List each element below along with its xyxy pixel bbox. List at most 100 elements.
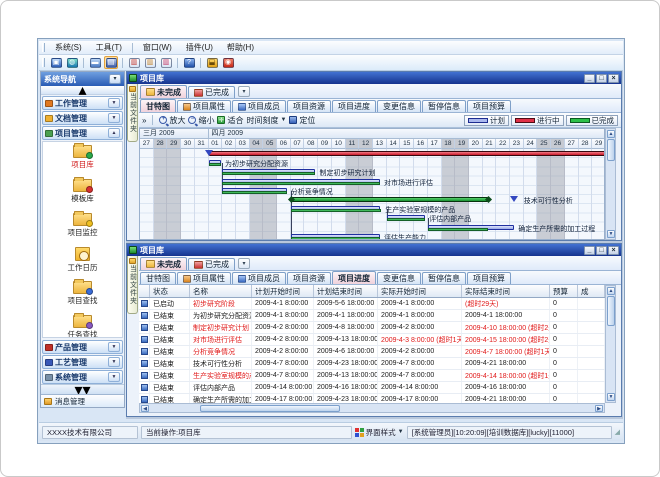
tab-未完成[interactable]: 未完成 bbox=[140, 257, 187, 270]
report-add-icon-button[interactable]: ▥ bbox=[127, 56, 141, 69]
help-icon-button[interactable]: ? bbox=[182, 56, 196, 69]
maximize-button[interactable]: □ bbox=[596, 74, 607, 83]
expand-group-button[interactable]: ▼ bbox=[108, 372, 120, 382]
gantt-button-适合[interactable]: ✛适合 bbox=[217, 115, 243, 126]
gantt-button-缩小[interactable]: −缩小 bbox=[188, 115, 214, 126]
scroll-thumb[interactable] bbox=[200, 405, 340, 412]
sidebar-item-项目监控[interactable]: 项目监控 bbox=[68, 213, 98, 247]
menu-item-1[interactable]: 工具(T) bbox=[89, 42, 129, 54]
report-view-icon-button[interactable]: ▥ bbox=[143, 56, 157, 69]
collapse-group-button[interactable]: ▲ bbox=[108, 128, 120, 138]
subtab-项目成员[interactable]: 项目成员 bbox=[232, 100, 286, 112]
lock-icon-button[interactable]: ⬓ bbox=[205, 56, 219, 69]
sidebar-group-工艺管理[interactable]: 工艺管理▼ bbox=[42, 355, 123, 369]
workstation-icon-button[interactable]: ▣ bbox=[49, 56, 63, 69]
tab-overflow-button[interactable]: ▾ bbox=[238, 86, 250, 97]
window-title-bar[interactable]: 项目库_□× bbox=[127, 244, 621, 256]
subtab-项目属性[interactable]: 项目属性 bbox=[177, 100, 231, 112]
minimize-button[interactable]: _ bbox=[584, 246, 595, 255]
gantt-bar-actual-生产实验室规模的产品[interactable] bbox=[291, 209, 382, 212]
gantt-button-定位[interactable]: 定位 bbox=[289, 115, 315, 126]
gantt-bar-actual-制定初步研究计划[interactable] bbox=[222, 172, 315, 175]
column-header-实际开始时间[interactable]: 实际开始时间 bbox=[378, 285, 462, 297]
minimize-button[interactable]: _ bbox=[584, 74, 595, 83]
tab-未完成[interactable]: 未完成 bbox=[140, 85, 187, 98]
gantt-button-放大[interactable]: +放大 bbox=[159, 115, 185, 126]
subtab-项目资源[interactable]: 项目资源 bbox=[287, 100, 331, 112]
scroll-left-icon[interactable]: ◀ bbox=[141, 405, 149, 412]
tab-已完成[interactable]: 已完成 bbox=[188, 86, 235, 98]
tab-已完成[interactable]: 已完成 bbox=[188, 258, 235, 270]
save-icon-button[interactable]: ▤ bbox=[104, 56, 118, 69]
gantt-bar-actual-对市场进行评估[interactable] bbox=[222, 182, 380, 185]
table-hscrollbar[interactable]: ◀▶ bbox=[139, 403, 605, 413]
table-row[interactable]: 已结束为初步研究分配资源2009-4-1 8:00:002009-4-1 18:… bbox=[139, 310, 605, 322]
scroll-up-icon[interactable]: ▲ bbox=[607, 287, 615, 295]
scroll-down-icon[interactable]: ▼ bbox=[607, 393, 615, 401]
table-row[interactable]: 已结束分析竞争情况2009-4-2 8:00:002009-4-6 18:00:… bbox=[139, 346, 605, 358]
sidebar-header-button[interactable]: ▾ bbox=[109, 74, 121, 84]
gantt-button-时间刻度[interactable]: 时间刻度▼ bbox=[246, 115, 286, 126]
close-button[interactable]: × bbox=[608, 246, 619, 255]
close-button[interactable]: × bbox=[608, 74, 619, 83]
tab-overflow-button[interactable]: ▾ bbox=[238, 258, 250, 269]
column-header-计划结束时间[interactable]: 计划结束时间 bbox=[314, 285, 378, 297]
table-row[interactable]: 已结束制定初步研究计划2009-4-2 8:00:002009-4-8 18:0… bbox=[139, 322, 605, 334]
window-title-bar[interactable]: 项目库_□× bbox=[127, 72, 621, 84]
sidebar-group-文档管理[interactable]: 文档管理▼ bbox=[42, 111, 123, 125]
expand-group-button[interactable]: ▼ bbox=[108, 98, 120, 108]
subtab-变更信息[interactable]: 变更信息 bbox=[377, 100, 421, 112]
column-header-名称[interactable]: 名称 bbox=[190, 285, 252, 297]
gantt-bar-actual-确定生产所需的加工过程[interactable] bbox=[428, 228, 488, 231]
menu-item-2[interactable]: 窗口(W) bbox=[136, 42, 179, 54]
side-tab-current-folder[interactable]: 当前文件夹 bbox=[127, 256, 138, 314]
subtab-暂停信息[interactable]: 暂停信息 bbox=[422, 272, 466, 284]
table-row[interactable]: 已结束对市场进行评估2009-4-2 8:00:002009-4-13 18:0… bbox=[139, 334, 605, 346]
subtab-项目属性[interactable]: 项目属性 bbox=[177, 272, 231, 284]
subtab-项目成员[interactable]: 项目成员 bbox=[232, 272, 286, 284]
column-header-成[interactable]: 成 bbox=[578, 285, 605, 297]
subtab-项目预算[interactable]: 项目预算 bbox=[467, 100, 511, 112]
scroll-thumb[interactable] bbox=[607, 139, 615, 161]
column-header-icon[interactable] bbox=[139, 285, 150, 297]
gantt-bar-actual-分析竞争情况[interactable] bbox=[222, 191, 286, 194]
subtab-暂停信息[interactable]: 暂停信息 bbox=[422, 100, 466, 112]
sidebar-item-工作日历[interactable]: 工作日历 bbox=[68, 247, 98, 281]
table-row[interactable]: 已结束生产实验室规模的产品2009-4-7 8:00:002009-4-13 1… bbox=[139, 370, 605, 382]
folder-icon-button[interactable]: ▬ bbox=[88, 56, 102, 69]
globe-icon-button[interactable]: ◍ bbox=[65, 56, 79, 69]
sidebar-item-任务查找[interactable]: 任务查找 bbox=[68, 315, 98, 338]
table-row[interactable]: 已结束技术可行性分析2009-4-7 8:00:002009-4-23 18:0… bbox=[139, 358, 605, 370]
sidebar-item-项目查找[interactable]: 项目查找 bbox=[68, 281, 98, 315]
exit-icon-button[interactable]: ◉ bbox=[221, 56, 235, 69]
scroll-thumb[interactable] bbox=[607, 296, 615, 326]
sidebar-overflow-strip[interactable]: ▾▾ bbox=[41, 384, 124, 394]
gantt-bar-actual-为初步研究分配资源[interactable] bbox=[209, 163, 221, 166]
column-header-计划开始时间[interactable]: 计划开始时间 bbox=[252, 285, 314, 297]
table-row[interactable]: 已启动初步研究阶段2009-4-1 8:00:002009-5-6 18:00:… bbox=[139, 298, 605, 310]
table-vscrollbar[interactable]: ▲▼ bbox=[605, 285, 616, 403]
statusbar-style-switcher[interactable]: 界面样式▼ bbox=[355, 427, 404, 438]
menu-item-0[interactable]: 系统(S) bbox=[48, 42, 89, 54]
column-header-实际结束时间[interactable]: 实际结束时间 bbox=[462, 285, 550, 297]
subtab-项目资源[interactable]: 项目资源 bbox=[287, 272, 331, 284]
gantt-bar-summary-初步研究阶段[interactable] bbox=[209, 151, 606, 156]
sidebar-group-工作管理[interactable]: 工作管理▼ bbox=[42, 96, 123, 110]
maximize-button[interactable]: □ bbox=[596, 246, 607, 255]
gantt-vscrollbar[interactable]: ▲▼ bbox=[605, 128, 616, 240]
column-header-状态[interactable]: 状态 bbox=[150, 285, 190, 297]
side-tab-current-folder[interactable]: 当前文件夹 bbox=[127, 84, 138, 142]
sidebar-group-产品管理[interactable]: 产品管理▼ bbox=[42, 340, 123, 354]
expand-group-button[interactable]: ▼ bbox=[108, 113, 120, 123]
sidebar-group-项目管理[interactable]: 项目管理▲ bbox=[42, 126, 123, 140]
expand-group-button[interactable]: ▼ bbox=[108, 357, 120, 367]
sidebar-collapse-strip[interactable]: ▴ bbox=[41, 86, 124, 95]
gantt-bar-actual-评估内部产品[interactable] bbox=[387, 218, 425, 221]
subtab-甘特图[interactable]: 甘特图 bbox=[140, 272, 176, 284]
scroll-right-icon[interactable]: ▶ bbox=[595, 405, 603, 412]
toolbar-overflow-chevron[interactable]: » bbox=[142, 116, 146, 125]
sidebar-item-模板库[interactable]: 模板库 bbox=[71, 179, 94, 213]
table-row[interactable]: 已结束评估内部产品2009-4-14 8:00:002009-4-16 18:0… bbox=[139, 382, 605, 394]
scroll-down-icon[interactable]: ▼ bbox=[607, 230, 615, 238]
menu-item-3[interactable]: 插件(U) bbox=[179, 42, 220, 54]
